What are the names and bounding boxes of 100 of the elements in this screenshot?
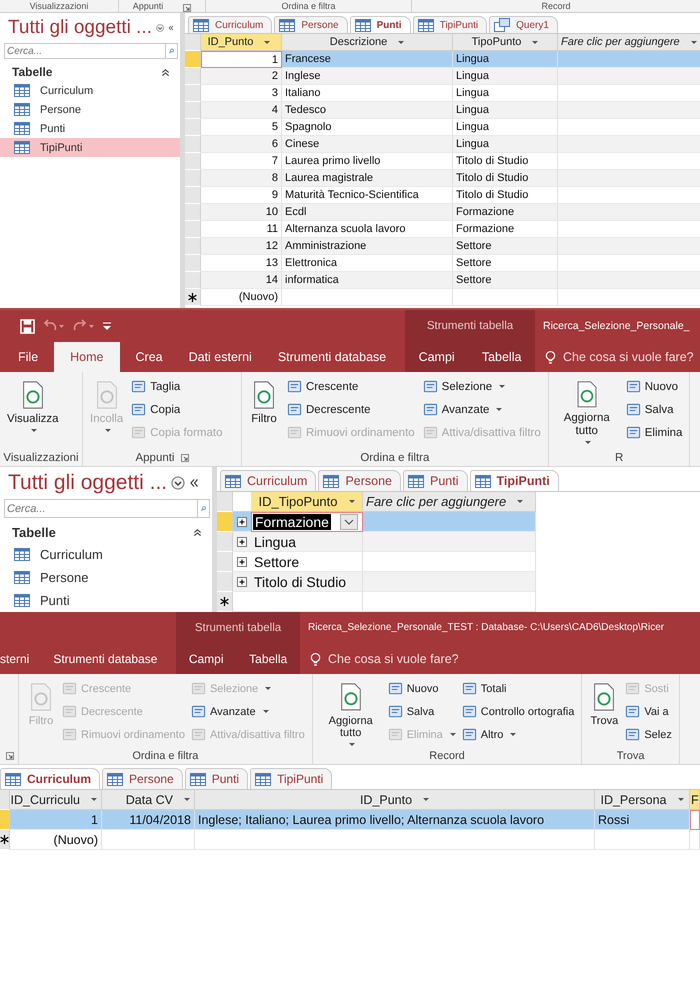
- table-cell[interactable]: Formazione: [251, 512, 363, 532]
- document-tab[interactable]: Persone: [274, 16, 348, 33]
- ribbon-tab[interactable]: Strumenti database: [268, 342, 396, 372]
- customize-icon[interactable]: [103, 321, 111, 331]
- ribbon-tab[interactable]: Crea: [126, 342, 173, 372]
- nav-item[interactable]: Punti: [0, 119, 180, 138]
- expand-icon[interactable]: [237, 556, 247, 566]
- ribbon-button[interactable]: Decrescente: [285, 399, 417, 420]
- column-header[interactable]: Fare clic per aggiungere: [363, 492, 536, 512]
- dropdown-arrow-icon[interactable]: [31, 429, 38, 432]
- ribbon-button[interactable]: Taglia: [129, 376, 224, 397]
- column-header[interactable]: ID_Curriculu: [10, 790, 102, 810]
- dropdown-arrow-icon[interactable]: [690, 40, 697, 44]
- dropdown-icon[interactable]: [156, 21, 164, 35]
- ribbon-button[interactable]: Trova: [587, 678, 622, 746]
- nav-item[interactable]: Persone: [0, 100, 180, 119]
- collapse-icon[interactable]: [168, 23, 174, 33]
- ribbon-button[interactable]: Nuovo: [386, 678, 458, 699]
- expand-icon[interactable]: [237, 516, 247, 526]
- dropdown-arrow-icon[interactable]: [348, 500, 354, 503]
- ribbon-button[interactable]: Avanzate: [188, 701, 307, 722]
- ribbon-button[interactable]: Crescente: [285, 376, 417, 397]
- column-header[interactable]: ID_Punto: [195, 790, 595, 810]
- dropdown-arrow-icon[interactable]: [585, 441, 592, 444]
- dialog-launcher-icon[interactable]: [6, 752, 14, 760]
- dropdown-arrow-icon[interactable]: [510, 733, 516, 736]
- search-field[interactable]: Cerca...: [4, 499, 197, 518]
- ribbon-tab[interactable]: Tabella: [472, 342, 532, 372]
- dropdown-arrow-icon[interactable]: [91, 798, 97, 801]
- ribbon-button[interactable]: Selezione: [420, 376, 543, 397]
- dialog-launcher-icon[interactable]: [183, 4, 192, 12]
- dropdown-arrow-icon[interactable]: [262, 710, 269, 713]
- search-icon[interactable]: [165, 43, 178, 59]
- ribbon-button[interactable]: Filtro: [247, 376, 281, 444]
- collapse-icon[interactable]: [189, 478, 200, 488]
- ribbon-tab[interactable]: Campi: [180, 644, 232, 674]
- column-header[interactable]: ID_Punto: [201, 34, 282, 51]
- undo-icon[interactable]: [43, 319, 65, 333]
- nav-item[interactable]: Punti: [0, 589, 212, 612]
- dialog-launcher-icon[interactable]: [180, 454, 188, 462]
- ribbon-button[interactable]: Avanzate: [420, 399, 543, 420]
- ribbon-button[interactable]: Totali: [460, 678, 576, 699]
- document-tab[interactable]: Punti: [184, 768, 248, 789]
- nav-item[interactable]: Curriculum: [0, 81, 180, 100]
- dropdown-arrow-icon[interactable]: [398, 40, 404, 44]
- column-header[interactable]: ID_TipoPunto: [251, 492, 363, 512]
- column-header[interactable]: Descrizione: [282, 34, 453, 51]
- document-tab[interactable]: TipiPunti: [470, 470, 559, 491]
- ribbon-tab[interactable]: Dati esterni: [178, 342, 262, 372]
- ribbon-button[interactable]: Altro: [460, 724, 576, 745]
- ribbon-button[interactable]: Copia: [129, 399, 224, 420]
- dropdown-arrow-icon[interactable]: [517, 500, 524, 503]
- ribbon-button[interactable]: Controllo ortografia: [460, 701, 576, 722]
- ribbon-button[interactable]: Aggiorna tutto: [554, 376, 620, 444]
- dropdown-button[interactable]: [340, 514, 358, 530]
- expand-icon[interactable]: [237, 576, 247, 586]
- document-tab[interactable]: TipiPunti: [412, 16, 488, 33]
- column-header[interactable]: F: [690, 790, 700, 810]
- expand-icon[interactable]: [237, 536, 247, 546]
- nav-item[interactable]: Curriculum: [0, 543, 212, 566]
- ribbon-button[interactable]: Visualizza: [5, 376, 61, 444]
- ribbon-button[interactable]: Selez: [623, 724, 674, 745]
- dropdown-arrow-icon[interactable]: [264, 40, 270, 44]
- nav-item[interactable]: TipiPunti: [0, 138, 180, 157]
- ribbon-button[interactable]: Elimina: [624, 422, 684, 443]
- document-tab[interactable]: Persone: [102, 768, 183, 789]
- dropdown-arrow-icon[interactable]: [532, 40, 538, 44]
- ribbon-tab[interactable]: sterni: [0, 644, 38, 674]
- save-icon[interactable]: [20, 318, 35, 334]
- search-icon[interactable]: [197, 499, 210, 518]
- ribbon-button[interactable]: Nuovo: [624, 376, 684, 397]
- redo-icon[interactable]: [73, 319, 95, 333]
- nav-item[interactable]: Persone: [0, 566, 212, 590]
- ribbon-tab[interactable]: Strumenti database: [45, 644, 166, 674]
- active-cell[interactable]: [690, 810, 700, 830]
- dropdown-arrow-icon[interactable]: [349, 743, 356, 746]
- ribbon-tab[interactable]: File: [8, 342, 48, 372]
- column-header[interactable]: TipoPunto: [453, 34, 558, 51]
- collapse-icon[interactable]: [193, 528, 202, 538]
- document-tab[interactable]: Persone: [318, 470, 401, 491]
- dropdown-arrow-icon[interactable]: [496, 408, 502, 411]
- document-tab[interactable]: Curriculum: [220, 470, 316, 491]
- column-header[interactable]: ID_Persona: [595, 790, 690, 810]
- dropdown-arrow-icon[interactable]: [678, 798, 684, 801]
- ribbon-tab[interactable]: Home: [54, 342, 120, 372]
- document-tab[interactable]: Curriculum: [0, 768, 100, 789]
- collapse-icon[interactable]: [161, 68, 170, 76]
- ribbon-button[interactable]: Salva: [624, 399, 684, 420]
- document-tab[interactable]: Punti: [403, 470, 468, 491]
- document-tab[interactable]: TipiPunti: [250, 768, 332, 789]
- tell-me-search[interactable]: Che cosa si vuole fare?: [300, 644, 700, 674]
- ribbon-tab[interactable]: Tabella: [241, 644, 296, 674]
- dropdown-icon[interactable]: [171, 476, 186, 490]
- dropdown-arrow-icon[interactable]: [499, 385, 506, 388]
- document-tab[interactable]: Curriculum: [188, 16, 272, 33]
- dropdown-arrow-icon[interactable]: [423, 798, 430, 801]
- document-tab[interactable]: Punti: [350, 16, 411, 33]
- ribbon-button[interactable]: Vai a: [623, 701, 674, 722]
- ribbon-tab[interactable]: Campi: [408, 342, 465, 372]
- ribbon-button[interactable]: Salva: [386, 701, 458, 722]
